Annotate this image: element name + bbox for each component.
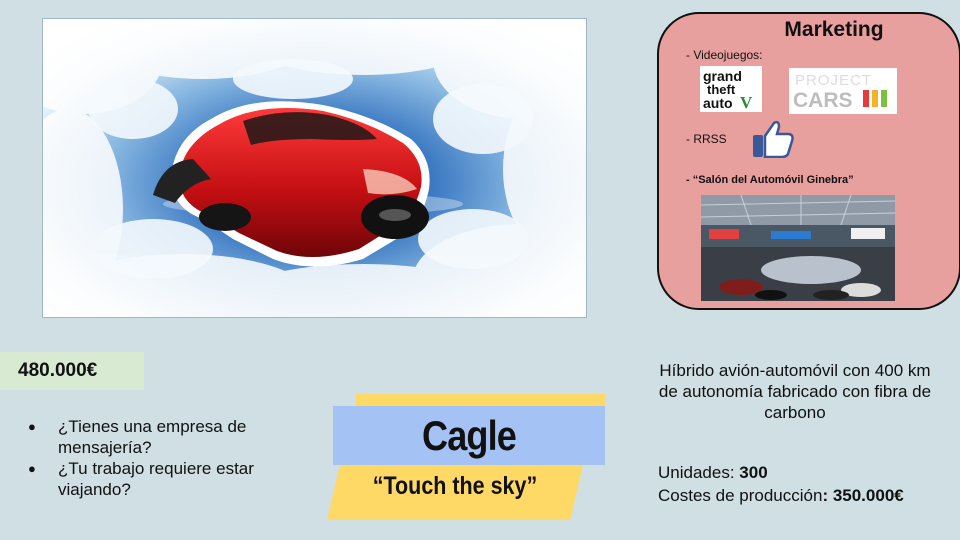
thumbs-up-icon xyxy=(752,120,794,159)
target-questions-list: ¿Tienes una empresa de mensajería? ¿Tu t… xyxy=(28,416,328,500)
rrss-label: - RRSS xyxy=(686,132,727,146)
product-slogan: “Touch the sky” xyxy=(372,472,538,500)
auto-show-photo xyxy=(701,195,895,301)
price-box: 480.000€ xyxy=(0,352,144,390)
list-item: ¿Tienes una empresa de mensajería? xyxy=(28,416,328,458)
price-value: 480.000€ xyxy=(18,360,98,381)
costs-line: Costes de producción: 350.000€ xyxy=(658,484,904,507)
costs-label: Costes de producción xyxy=(658,486,823,505)
production-stats: Unidades: 300 Costes de producción: 350.… xyxy=(658,461,904,507)
gta-line3: auto xyxy=(703,95,733,111)
units-value: 300 xyxy=(739,463,768,482)
gta-logo: grand theft auto V xyxy=(700,66,762,112)
marketing-panel: Marketing - Videojuegos: grand theft aut… xyxy=(657,12,960,310)
project-cars-logo: PROJECT CARS xyxy=(789,68,897,114)
pc-line2: CARS xyxy=(793,89,853,112)
hero-image xyxy=(43,19,586,317)
units-label: Unidades: xyxy=(658,463,740,482)
product-name: Cagle xyxy=(421,411,517,459)
marketing-title: Marketing xyxy=(784,18,884,41)
costs-value: : 350.000€ xyxy=(822,486,904,505)
product-description: Híbrido avión-automóvil con 400 km de au… xyxy=(658,361,932,422)
units-line: Unidades: 300 xyxy=(658,461,904,484)
gta-numeral: V xyxy=(740,93,753,112)
videojuegos-label: - Videojuegos: xyxy=(686,48,763,62)
flying-car-illustration xyxy=(43,19,586,317)
pc-line1: PROJECT xyxy=(795,72,872,89)
list-item: ¿Tu trabajo requiere estar viajando? xyxy=(28,458,328,500)
banner-yellow-strip-top xyxy=(356,394,605,406)
salon-label: - “Salón del Automóvil Ginebra” xyxy=(686,174,854,186)
slide: Marketing - Videojuegos: grand theft aut… xyxy=(0,0,960,540)
